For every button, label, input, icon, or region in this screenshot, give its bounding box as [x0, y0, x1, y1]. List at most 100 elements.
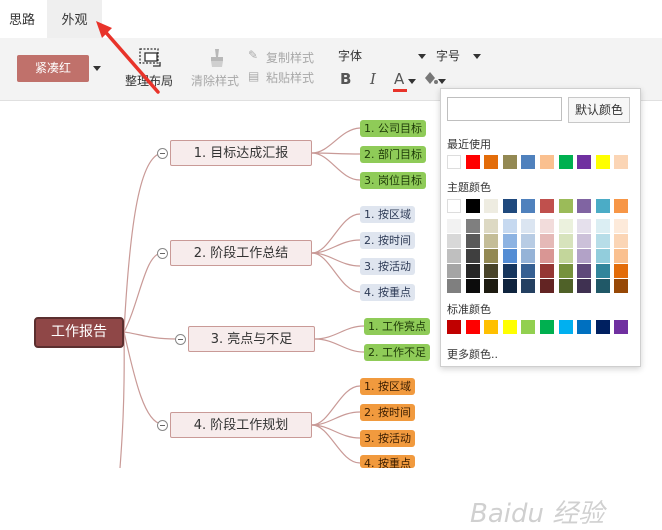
color-swatch-theme-shade[interactable] — [465, 249, 480, 263]
color-swatch-theme-shade[interactable] — [447, 219, 461, 233]
collapse-toggle[interactable] — [157, 148, 168, 159]
color-swatch-theme-shade[interactable] — [595, 249, 610, 263]
bold-button[interactable]: B — [340, 70, 351, 88]
color-swatch-standard[interactable] — [595, 320, 610, 334]
subtopic[interactable]: 4. 按重点 — [360, 455, 415, 468]
color-swatch-recent[interactable] — [502, 155, 517, 169]
color-swatch-theme-shade[interactable] — [540, 219, 554, 233]
color-swatch-theme-shade[interactable] — [558, 279, 573, 293]
subtopic[interactable]: 2. 工作不足 — [364, 344, 430, 361]
fill-color-icon[interactable] — [421, 69, 439, 87]
color-swatch-theme-shade[interactable] — [614, 234, 629, 248]
theme-style-button[interactable]: 紧凑红 — [17, 55, 89, 82]
color-swatch-recent[interactable] — [521, 155, 536, 169]
color-swatch-theme-shade[interactable] — [595, 279, 610, 293]
color-swatch-theme-shade[interactable] — [502, 249, 517, 263]
color-swatch-standard[interactable] — [465, 320, 480, 334]
color-swatch-theme-shade[interactable] — [540, 249, 554, 263]
color-swatch-theme-shade[interactable] — [465, 219, 480, 233]
color-swatch-standard[interactable] — [540, 320, 554, 334]
color-swatch-theme-shade[interactable] — [521, 279, 536, 293]
color-swatch-theme-shade[interactable] — [558, 234, 573, 248]
clear-style-button[interactable]: 清除样式 — [191, 72, 239, 89]
color-swatch-theme-shade[interactable] — [595, 234, 610, 248]
topic-branch-1[interactable]: 1. 目标达成汇报 — [170, 140, 312, 166]
subtopic[interactable]: 3. 岗位目标 — [360, 172, 426, 189]
color-swatch-theme[interactable] — [577, 199, 592, 213]
color-swatch-standard[interactable] — [614, 320, 629, 334]
color-swatch-theme-shade[interactable] — [577, 249, 592, 263]
color-swatch-theme-shade[interactable] — [484, 264, 499, 278]
subtopic[interactable]: 1. 工作亮点 — [364, 318, 430, 335]
color-swatch-theme-shade[interactable] — [577, 219, 592, 233]
subtopic[interactable]: 2. 部门目标 — [360, 146, 426, 163]
color-swatch-theme-shade[interactable] — [558, 249, 573, 263]
color-swatch-theme-shade[interactable] — [447, 249, 461, 263]
color-swatch-theme-shade[interactable] — [540, 264, 554, 278]
subtopic[interactable]: 4. 按重点 — [360, 284, 415, 301]
color-swatch-theme-shade[interactable] — [502, 279, 517, 293]
font-color-dropdown-icon[interactable] — [408, 79, 416, 84]
color-swatch-theme-shade[interactable] — [521, 234, 536, 248]
subtopic[interactable]: 3. 按活动 — [360, 258, 415, 275]
subtopic[interactable]: 1. 按区域 — [360, 378, 415, 395]
color-swatch-theme[interactable] — [595, 199, 610, 213]
root-topic[interactable]: 工作报告 — [34, 317, 124, 348]
collapse-toggle[interactable] — [157, 420, 168, 431]
color-swatch-theme[interactable] — [447, 199, 461, 213]
color-swatch-theme-shade[interactable] — [577, 234, 592, 248]
font-family-select[interactable]: 字体 — [338, 47, 362, 64]
color-swatch-recent[interactable] — [447, 155, 461, 169]
color-swatch-theme-shade[interactable] — [447, 264, 461, 278]
more-colors-link[interactable]: 更多颜色.. — [447, 346, 498, 362]
color-swatch-standard[interactable] — [558, 320, 573, 334]
color-swatch-theme-shade[interactable] — [558, 264, 573, 278]
color-swatch-recent[interactable] — [540, 155, 554, 169]
color-swatch-theme-shade[interactable] — [540, 234, 554, 248]
color-swatch-theme[interactable] — [502, 199, 517, 213]
color-swatch-theme-shade[interactable] — [614, 249, 629, 263]
font-size-select[interactable]: 字号 — [436, 47, 460, 64]
color-swatch-theme-shade[interactable] — [614, 264, 629, 278]
color-swatch-theme-shade[interactable] — [465, 264, 480, 278]
subtopic[interactable]: 2. 按时间 — [360, 232, 415, 249]
color-swatch-theme-shade[interactable] — [502, 264, 517, 278]
color-swatch-theme-shade[interactable] — [614, 219, 629, 233]
color-swatch-theme-shade[interactable] — [577, 279, 592, 293]
color-swatch-theme-shade[interactable] — [465, 234, 480, 248]
color-swatch-standard[interactable] — [447, 320, 461, 334]
color-swatch-theme-shade[interactable] — [447, 279, 461, 293]
color-swatch-theme-shade[interactable] — [577, 264, 592, 278]
color-swatch-standard[interactable] — [502, 320, 517, 334]
size-dropdown-icon[interactable] — [473, 54, 481, 59]
color-swatch-recent[interactable] — [465, 155, 480, 169]
color-swatch-theme-shade[interactable] — [521, 219, 536, 233]
collapse-toggle[interactable] — [175, 334, 186, 345]
color-swatch-theme[interactable] — [484, 199, 499, 213]
color-swatch-theme-shade[interactable] — [502, 234, 517, 248]
color-swatch-theme[interactable] — [540, 199, 554, 213]
color-swatch-standard[interactable] — [521, 320, 536, 334]
color-swatch-recent[interactable] — [484, 155, 499, 169]
color-swatch-recent[interactable] — [595, 155, 610, 169]
topic-branch-3[interactable]: 3. 亮点与不足 — [188, 326, 315, 352]
subtopic[interactable]: 1. 公司目标 — [360, 120, 426, 137]
paste-style-button[interactable]: 粘贴样式 — [266, 69, 314, 86]
topic-branch-2[interactable]: 2. 阶段工作总结 — [170, 240, 312, 266]
color-swatch-theme-shade[interactable] — [595, 219, 610, 233]
hex-color-input[interactable] — [447, 97, 562, 121]
color-swatch-theme-shade[interactable] — [595, 264, 610, 278]
color-swatch-theme[interactable] — [558, 199, 573, 213]
fill-color-dropdown-icon[interactable] — [438, 79, 446, 84]
color-swatch-theme[interactable] — [465, 199, 480, 213]
color-swatch-theme-shade[interactable] — [484, 219, 499, 233]
color-swatch-theme-shade[interactable] — [484, 249, 499, 263]
color-swatch-theme-shade[interactable] — [484, 279, 499, 293]
color-swatch-recent[interactable] — [558, 155, 573, 169]
subtopic[interactable]: 2. 按时间 — [360, 404, 415, 421]
color-swatch-standard[interactable] — [577, 320, 592, 334]
italic-button[interactable]: I — [370, 70, 376, 88]
color-swatch-theme-shade[interactable] — [614, 279, 629, 293]
color-swatch-theme-shade[interactable] — [484, 234, 499, 248]
color-swatch-theme-shade[interactable] — [465, 279, 480, 293]
